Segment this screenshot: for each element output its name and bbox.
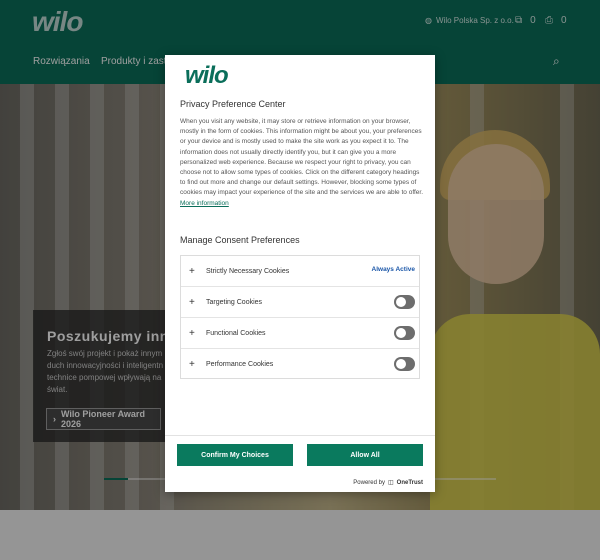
- always-active-label: Always Active: [371, 266, 415, 273]
- plus-icon: +: [189, 265, 195, 277]
- targeting-toggle[interactable]: [394, 295, 415, 309]
- more-information-link[interactable]: More information: [180, 200, 229, 207]
- privacy-preference-center: wilo Privacy Preference Center When you …: [165, 55, 435, 492]
- category-label: Performance Cookies: [206, 361, 274, 368]
- functional-toggle[interactable]: [394, 326, 415, 340]
- category-label: Functional Cookies: [206, 329, 266, 337]
- privacy-text: When you visit any website, it may store…: [180, 118, 424, 197]
- category-label: Targeting Cookies: [206, 298, 263, 306]
- consent-section-title: Manage Consent Preferences: [180, 235, 300, 245]
- plus-icon: +: [189, 359, 195, 370]
- onetrust-brand: OneTrust: [396, 479, 423, 486]
- category-performance[interactable]: + Performance Cookies: [181, 349, 419, 380]
- confirm-my-choices-button[interactable]: Confirm My Choices: [177, 444, 293, 466]
- category-label: Strictly Necessary Cookies: [206, 267, 290, 275]
- category-strictly-necessary[interactable]: + Strictly Necessary Cookies Always Acti…: [181, 256, 419, 287]
- powered-by-label: Powered by: [353, 479, 385, 486]
- cookie-categories: + Strictly Necessary Cookies Always Acti…: [180, 255, 420, 379]
- onetrust-icon: ◫: [387, 480, 394, 486]
- plus-icon: +: [189, 327, 195, 339]
- modal-description: When you visit any website, it may store…: [180, 117, 425, 209]
- category-functional[interactable]: + Functional Cookies: [181, 318, 419, 349]
- modal-logo: wilo: [185, 62, 229, 89]
- modal-title: Privacy Preference Center: [180, 99, 286, 109]
- allow-all-button[interactable]: Allow All: [307, 444, 423, 466]
- category-targeting[interactable]: + Targeting Cookies: [181, 287, 419, 318]
- plus-icon: +: [189, 296, 195, 308]
- performance-toggle[interactable]: [394, 357, 415, 371]
- powered-by-onetrust[interactable]: Powered by ◫ OneTrust: [353, 479, 423, 487]
- modal-divider: [165, 435, 435, 436]
